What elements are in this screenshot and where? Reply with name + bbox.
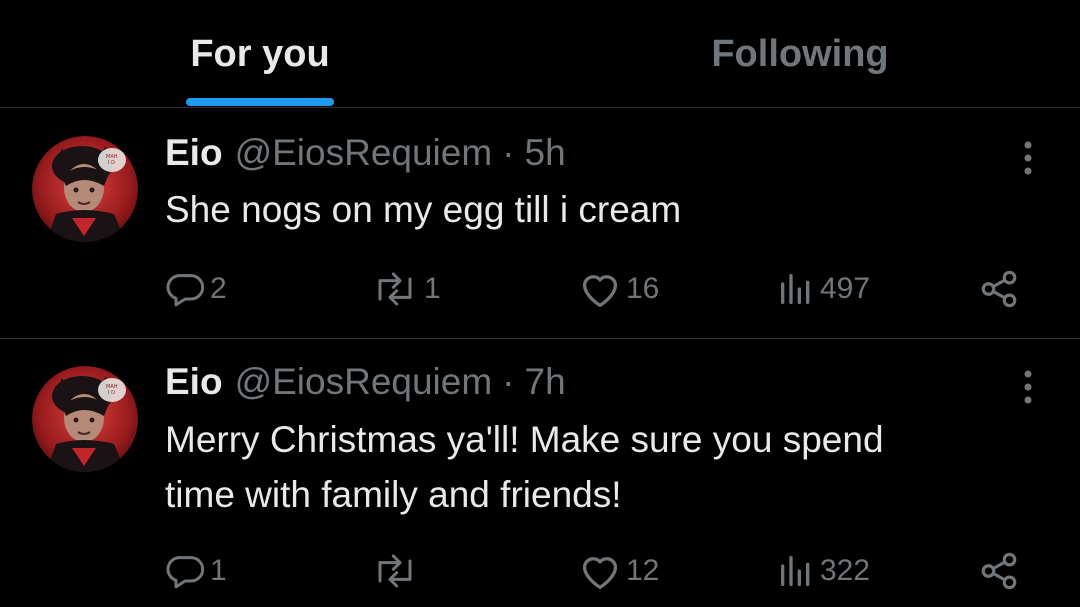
like-count: 16 — [626, 272, 660, 305]
more-dots-icon[interactable] — [1010, 367, 1046, 407]
post[interactable]: MAH I D Eio @EiosRequiem · 7h Merry Chri… — [0, 339, 1080, 607]
heart-icon — [578, 269, 622, 309]
tab-for-you[interactable]: For you — [160, 0, 360, 108]
repost-count: 1 — [424, 272, 441, 305]
views-chart-icon — [776, 269, 816, 309]
post-text: Merry Christmas ya'll! Make sure you spe… — [165, 419, 884, 515]
post-actions: 1 12 322 — [0, 546, 1080, 596]
author-handle[interactable]: @EiosRequiem — [235, 361, 493, 403]
meta-separator: · — [502, 132, 515, 173]
active-tab-indicator — [186, 98, 334, 106]
reply-count: 1 — [210, 554, 227, 587]
post[interactable]: MAH I D Eio @EiosRequiem · 5h She nogs o… — [0, 108, 1080, 339]
post-timestamp[interactable]: 7h — [525, 361, 566, 403]
timeline-tabs: For you Following — [0, 0, 1080, 108]
post-header: Eio @EiosRequiem · 7h — [165, 361, 566, 407]
post-header: Eio @EiosRequiem · 5h — [165, 132, 566, 178]
tab-following[interactable]: Following — [680, 0, 920, 108]
more-dots-icon[interactable] — [1010, 138, 1046, 178]
share-button[interactable] — [978, 546, 1020, 596]
repost-button[interactable]: 1 — [370, 264, 441, 314]
views-button[interactable]: 497 — [776, 264, 870, 314]
avatar[interactable]: MAH I D — [32, 136, 138, 242]
views-chart-icon — [776, 551, 816, 591]
reply-icon — [166, 269, 206, 309]
avatar[interactable]: MAH I D — [32, 366, 138, 472]
svg-text:I D: I D — [108, 390, 115, 396]
reply-button[interactable]: 1 — [166, 546, 227, 596]
view-count: 322 — [820, 554, 871, 587]
reply-button[interactable]: 2 — [166, 264, 227, 314]
repost-button[interactable] — [370, 546, 424, 596]
like-button[interactable]: 16 — [578, 264, 659, 314]
heart-icon — [578, 551, 622, 591]
post-actions: 2 1 16 497 — [0, 264, 1080, 314]
author-name[interactable]: Eio — [165, 132, 223, 174]
svg-text:I D: I D — [108, 160, 115, 166]
view-count: 497 — [820, 272, 871, 305]
share-icon — [978, 268, 1020, 310]
like-count: 12 — [626, 554, 660, 587]
post-timestamp[interactable]: 5h — [525, 132, 566, 174]
repost-icon — [370, 551, 420, 591]
reply-count: 2 — [210, 272, 227, 305]
author-handle[interactable]: @EiosRequiem — [235, 132, 493, 174]
reply-icon — [166, 551, 206, 591]
post-text: She nogs on my egg till i cream — [165, 189, 682, 230]
author-name[interactable]: Eio — [165, 361, 223, 403]
like-button[interactable]: 12 — [578, 546, 659, 596]
share-icon — [978, 550, 1020, 592]
share-button[interactable] — [978, 264, 1020, 314]
views-button[interactable]: 322 — [776, 546, 870, 596]
repost-icon — [370, 269, 420, 309]
meta-separator: · — [502, 361, 515, 402]
